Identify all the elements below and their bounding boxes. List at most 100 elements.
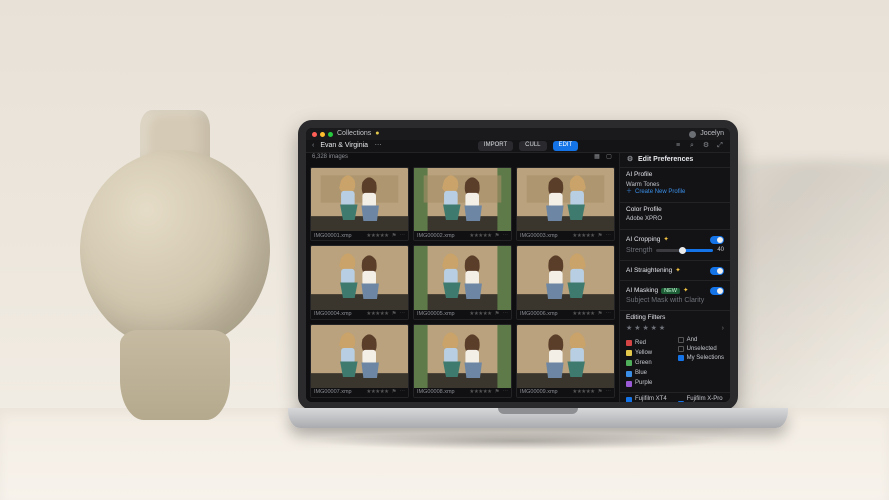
status-dot: ● — [375, 130, 379, 138]
thumbnail-filename: IMG00009.xmp — [520, 389, 569, 396]
thumbnail-image[interactable] — [517, 246, 614, 309]
sparkle-icon: ✦ — [663, 236, 668, 244]
ai-crop-heading: AI Cropping — [626, 236, 660, 244]
thumbnail-image[interactable] — [414, 325, 511, 388]
back-button[interactable]: ‹ — [312, 142, 314, 150]
album-more-icon[interactable]: ⋯ — [374, 142, 382, 150]
gear-icon[interactable]: ⚙ — [702, 142, 710, 150]
expand-icon[interactable]: ⤢ — [716, 142, 724, 150]
more-icon[interactable]: ⋯ — [606, 311, 612, 318]
close-icon[interactable] — [312, 132, 317, 137]
view-single-icon[interactable]: ▢ — [605, 154, 613, 161]
thumbnail-image[interactable] — [517, 325, 614, 388]
thumbnail-cell[interactable]: IMG00003.xmp ★★★★★ ⚑ ⋯ — [516, 167, 615, 241]
flag-icon[interactable]: ⚑ — [495, 233, 500, 240]
search-icon[interactable]: ⌕ — [688, 142, 696, 150]
camera-preset[interactable]: Fujifilm X-Pro 2 — [678, 396, 724, 402]
rating-stars[interactable]: ★★★★★ — [366, 311, 388, 318]
thumbnail-image[interactable] — [311, 325, 408, 388]
thumbnail-filename: IMG00007.xmp — [314, 389, 363, 396]
thumbnail-cell[interactable]: IMG00002.xmp ★★★★★ ⚑ ⋯ — [413, 167, 512, 241]
color-labels: Red Yellow Green Blue Purple — [626, 340, 672, 388]
section-color-profile: Color Profile Adobe XPRO — [620, 203, 730, 230]
color-label-yellow[interactable]: Yellow — [626, 350, 652, 357]
ai-straight-toggle[interactable] — [710, 267, 724, 275]
thumbnail-image[interactable] — [414, 168, 511, 231]
rating-stars[interactable]: ★★★★★ — [572, 233, 594, 240]
tab-cull[interactable]: CULL — [519, 141, 546, 150]
flag-icon[interactable]: ⚑ — [392, 311, 397, 318]
tab-import[interactable]: IMPORT — [478, 141, 513, 150]
username[interactable]: Jocelyn — [700, 130, 724, 138]
thumbnail-cell[interactable]: IMG00005.xmp ★★★★★ ⚑ ⋯ — [413, 245, 512, 319]
create-profile-link[interactable]: ＋ Create New Profile — [626, 189, 724, 196]
new-badge: NEW — [661, 288, 680, 295]
flag-icon[interactable]: ⚑ — [392, 233, 397, 240]
rating-stars[interactable]: ★★★★★ — [469, 311, 491, 318]
view-grid-icon[interactable]: ▦ — [593, 154, 601, 161]
rating-stars[interactable]: ★★★★★ — [469, 233, 491, 240]
more-icon[interactable]: ⋯ — [503, 389, 509, 396]
plus-icon: ＋ — [626, 189, 632, 196]
flag-filter-and[interactable]: And — [678, 337, 724, 344]
thumbnail-cell[interactable]: IMG00006.xmp ★★★★★ ⚑ ⋯ — [516, 245, 615, 319]
rating-stars[interactable]: ★★★★★ — [572, 389, 594, 396]
more-icon[interactable]: ⋯ — [606, 233, 612, 240]
more-icon[interactable]: ⋯ — [503, 311, 509, 318]
more-icon[interactable]: ⋯ — [400, 389, 406, 396]
thumbnail-meta: IMG00003.xmp ★★★★★ ⚑ ⋯ — [517, 231, 614, 240]
color-label-blue[interactable]: Blue — [626, 370, 647, 377]
and-up-icon[interactable]: › — [722, 325, 724, 333]
zoom-icon[interactable] — [328, 132, 333, 137]
thumbnail-cell[interactable]: IMG00004.xmp ★★★★★ ⚑ ⋯ — [310, 245, 409, 319]
thumbnail-filename: IMG00004.xmp — [314, 311, 363, 318]
filter-icon[interactable]: ≡ — [674, 142, 682, 150]
camera-preset[interactable]: Fujifilm XT4 — [626, 396, 672, 402]
color-swatch — [626, 360, 632, 366]
avatar[interactable] — [689, 131, 696, 138]
flag-icon[interactable]: ⚑ — [495, 311, 500, 318]
rating-stars[interactable]: ★★★★★ — [366, 389, 388, 396]
ai-crop-toggle[interactable] — [710, 236, 724, 244]
thumbnail-image[interactable] — [311, 168, 408, 231]
rating-stars[interactable]: ★★★★★ — [366, 233, 388, 240]
minimize-icon[interactable] — [320, 132, 325, 137]
laptop: Collections ● Jocelyn ‹ Evan & Virginia … — [288, 120, 748, 450]
ai-mask-toggle[interactable] — [710, 287, 724, 295]
thumbnail-cell[interactable]: IMG00008.xmp ★★★★★ ⚑ ⋯ — [413, 324, 512, 398]
flag-icon[interactable]: ⚑ — [598, 311, 603, 318]
thumbnail-cell[interactable]: IMG00007.xmp ★★★★★ ⚑ ⋯ — [310, 324, 409, 398]
more-icon[interactable]: ⋯ — [400, 311, 406, 318]
thumbnail-cell[interactable]: IMG00001.xmp ★★★★★ ⚑ ⋯ — [310, 167, 409, 241]
color-profile-value[interactable]: Adobe XPRO — [626, 216, 724, 223]
thumbnail-cell[interactable]: IMG00009.xmp ★★★★★ ⚑ ⋯ — [516, 324, 615, 398]
more-icon[interactable]: ⋯ — [503, 233, 509, 240]
rating-filter[interactable]: ★ ★ ★ ★ ★ — [626, 325, 665, 333]
grid-subheader: 6,328 images ▦ ▢ — [306, 153, 619, 163]
rating-stars[interactable]: ★★★★★ — [469, 389, 491, 396]
flag-filter-unselected[interactable]: Unselected — [678, 346, 724, 353]
more-icon[interactable]: ⋯ — [400, 233, 406, 240]
flag-filters: And Unselected My Selections — [678, 337, 724, 388]
window-controls[interactable] — [312, 132, 333, 137]
ai-mask-sub[interactable]: Subject Mask with Clarity — [626, 297, 724, 305]
thumbnail-image[interactable] — [311, 246, 408, 309]
album-title[interactable]: Evan & Virginia — [320, 142, 368, 150]
rating-stars[interactable]: ★★★★★ — [572, 311, 594, 318]
tab-edit[interactable]: EDIT — [553, 141, 579, 150]
more-icon[interactable]: ⋯ — [606, 389, 612, 396]
ai-profile-value[interactable]: Warm Tones — [626, 182, 724, 189]
flag-icon[interactable]: ⚑ — [495, 389, 500, 396]
collections-label[interactable]: Collections — [337, 130, 371, 138]
thumbnail-image[interactable] — [414, 246, 511, 309]
flag-icon[interactable]: ⚑ — [598, 389, 603, 396]
flag-icon[interactable]: ⚑ — [392, 389, 397, 396]
thumbnail-image[interactable] — [517, 168, 614, 231]
color-label-purple[interactable]: Purple — [626, 380, 652, 387]
panel-gear-icon[interactable]: ⚙ — [626, 156, 634, 164]
color-label-red[interactable]: Red — [626, 340, 646, 347]
flag-icon[interactable]: ⚑ — [598, 233, 603, 240]
flag-filter-my-selections[interactable]: My Selections — [678, 355, 724, 362]
color-label-green[interactable]: Green — [626, 360, 652, 367]
ai-crop-strength-slider[interactable] — [656, 249, 713, 252]
